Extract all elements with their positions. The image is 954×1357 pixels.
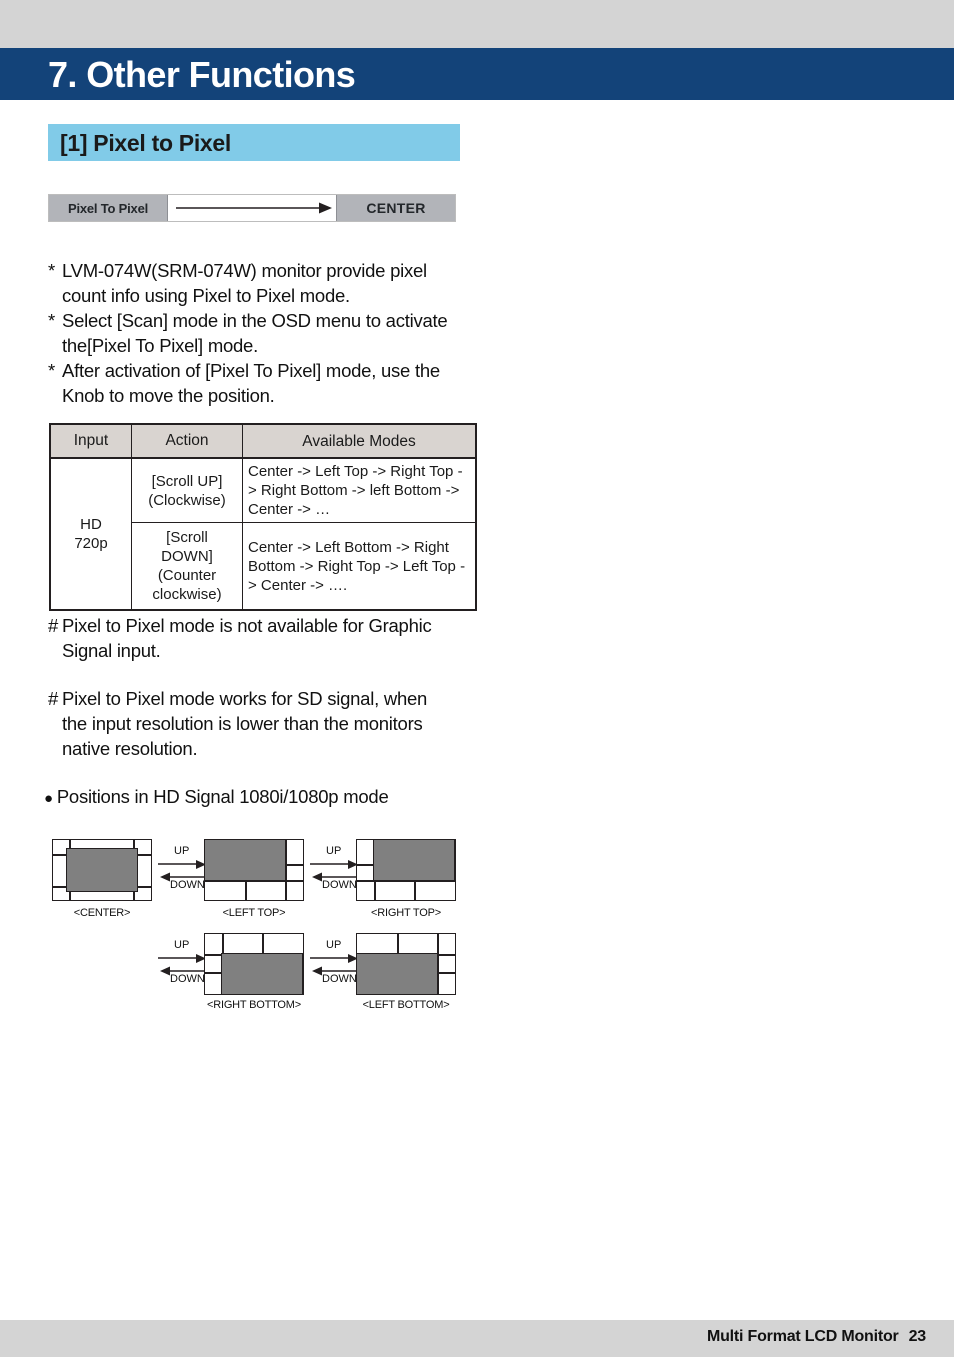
diagram-right-bottom — [204, 933, 304, 995]
note-line: native resolution. — [48, 736, 478, 761]
positions-title-text: Positions in HD Signal 1080i/1080p mode — [56, 786, 389, 807]
osd-arrow-container — [168, 195, 336, 221]
diagram-left-top — [204, 839, 304, 901]
page-number: 23 — [908, 1328, 927, 1345]
active-area — [373, 839, 455, 881]
grid-line — [414, 880, 416, 900]
osd-menu-label: Pixel To Pixel — [49, 195, 168, 221]
table-cell-action: [Scroll DOWN] (Counter clockwise) — [131, 522, 243, 611]
note-text: the[Pixel To Pixel] mode. — [62, 335, 258, 356]
note-marker-blank — [48, 333, 62, 358]
active-area — [66, 848, 138, 892]
note-text: native resolution. — [62, 738, 198, 759]
right-arrow-icon — [176, 202, 332, 214]
note-text: Pixel to Pixel mode works for SD signal,… — [62, 688, 428, 709]
diagram-row-top: <CENTER> UP DOWN <LEFT TOP> UP DOWN <RIG… — [0, 835, 954, 925]
note-line: the input resolution is lower than the m… — [48, 711, 478, 736]
note-marker-blank — [48, 711, 62, 736]
footer-product-name: Multi Format LCD Monitor — [706, 1328, 899, 1345]
note-line: count info using Pixel to Pixel mode. — [48, 283, 468, 308]
arrow-up-label: UP — [174, 939, 190, 951]
active-area — [356, 953, 438, 995]
note-text: count info using Pixel to Pixel mode. — [62, 285, 350, 306]
grid-line — [262, 934, 264, 954]
diagram-caption: <CENTER> — [73, 907, 131, 919]
active-area — [204, 839, 286, 881]
note-marker-blank — [48, 736, 62, 761]
table-cell-modes: Center -> Left Bottom -> Right Bottom ->… — [242, 522, 477, 611]
chapter-title: 7. Other Functions — [48, 54, 356, 95]
arrow-up-label: UP — [326, 845, 342, 857]
note-marker-blank — [48, 283, 62, 308]
grid-line — [397, 934, 399, 954]
diagram-caption: <RIGHT TOP> — [371, 907, 441, 919]
table-row: HD 720p [Scroll UP] (Clockwise) Center -… — [49, 457, 477, 611]
available-modes-table: Input Action Available Modes HD 720p [Sc… — [49, 423, 477, 611]
up-down-arrows-icon — [158, 860, 208, 882]
diagram-caption: <RIGHT BOTTOM> — [207, 999, 301, 1011]
note-text: Signal input. — [62, 640, 161, 661]
up-down-arrows-icon — [310, 954, 360, 976]
note-text: Select [Scan] mode in the OSD menu to ac… — [62, 310, 448, 331]
note-line: # Pixel to Pixel mode works for SD signa… — [48, 686, 478, 711]
diagram-row-bottom: UP DOWN <RIGHT BOTTOM> UP DOWN <LEFT BOT… — [0, 925, 954, 1015]
diagram-right-top — [356, 839, 456, 901]
arrow-group-2: UP DOWN — [310, 845, 362, 901]
note-marker-blank — [48, 383, 62, 408]
arrow-up-label: UP — [326, 939, 342, 951]
notes-top: * LVM-074W(SRM-074W) monitor provide pix… — [48, 258, 468, 408]
note-marker: * — [48, 360, 55, 381]
diagram-caption: <LEFT BOTTOM> — [362, 999, 450, 1011]
arrow-group-4: UP DOWN — [310, 939, 362, 995]
arrow-group-3: UP DOWN — [158, 939, 210, 995]
up-down-arrows-icon — [158, 954, 208, 976]
note-line: * After activation of [Pixel To Pixel] m… — [48, 358, 468, 383]
arrow-up-label: UP — [174, 845, 190, 857]
position-diagrams: <CENTER> UP DOWN <LEFT TOP> UP DOWN <RIG… — [0, 835, 954, 1015]
diagram-left-bottom — [356, 933, 456, 995]
note-text: Knob to move the position. — [62, 385, 275, 406]
table-header-row: Input Action Available Modes — [49, 423, 477, 459]
positions-section-title: ● Positions in HD Signal 1080i/1080p mod… — [44, 786, 389, 808]
note-line: # Pixel to Pixel mode is not available f… — [48, 613, 478, 638]
note-marker: * — [48, 260, 55, 281]
note-text: the input resolution is lower than the m… — [62, 713, 423, 734]
osd-menu-value: CENTER — [336, 195, 455, 221]
table-cell-modes: Center -> Left Top -> Right Top -> Right… — [242, 457, 477, 523]
notes-bottom: # Pixel to Pixel mode is not available f… — [48, 613, 478, 761]
note-marker: * — [48, 310, 55, 331]
table-header-modes: Available Modes — [242, 423, 477, 459]
note-line: Signal input. — [48, 638, 478, 663]
diagram-caption: <LEFT TOP> — [222, 907, 286, 919]
diagram-center — [52, 839, 152, 901]
note-spacer — [48, 663, 478, 686]
note-line: Knob to move the position. — [48, 383, 468, 408]
note-line: * LVM-074W(SRM-074W) monitor provide pix… — [48, 258, 468, 283]
table-cell-action: [Scroll UP] (Clockwise) — [131, 457, 243, 523]
top-gray-strip — [0, 0, 954, 48]
grid-line — [245, 880, 247, 900]
note-text: LVM-074W(SRM-074W) monitor provide pixel — [62, 260, 427, 281]
note-marker-blank — [48, 638, 62, 663]
footer: Multi Format LCD Monitor 23 — [707, 1328, 926, 1346]
grid-line — [437, 972, 455, 974]
bullet-icon: ● — [44, 790, 53, 807]
table-header-action: Action — [131, 423, 243, 459]
note-marker: # — [48, 615, 59, 636]
note-line: the[Pixel To Pixel] mode. — [48, 333, 468, 358]
note-line: * Select [Scan] mode in the OSD menu to … — [48, 308, 468, 333]
osd-menu-strip: Pixel To Pixel CENTER — [48, 194, 456, 222]
note-text: Pixel to Pixel mode is not available for… — [62, 615, 432, 636]
note-marker: # — [48, 688, 59, 709]
grid-line — [285, 864, 303, 866]
table-cell-input: HD 720p — [49, 457, 132, 611]
section-heading-label: [1] Pixel to Pixel — [60, 130, 231, 156]
arrow-group-1: UP DOWN — [158, 845, 210, 901]
table-header-input: Input — [49, 423, 132, 459]
active-area — [221, 953, 303, 995]
up-down-arrows-icon — [310, 860, 360, 882]
note-text: After activation of [Pixel To Pixel] mod… — [62, 360, 440, 381]
